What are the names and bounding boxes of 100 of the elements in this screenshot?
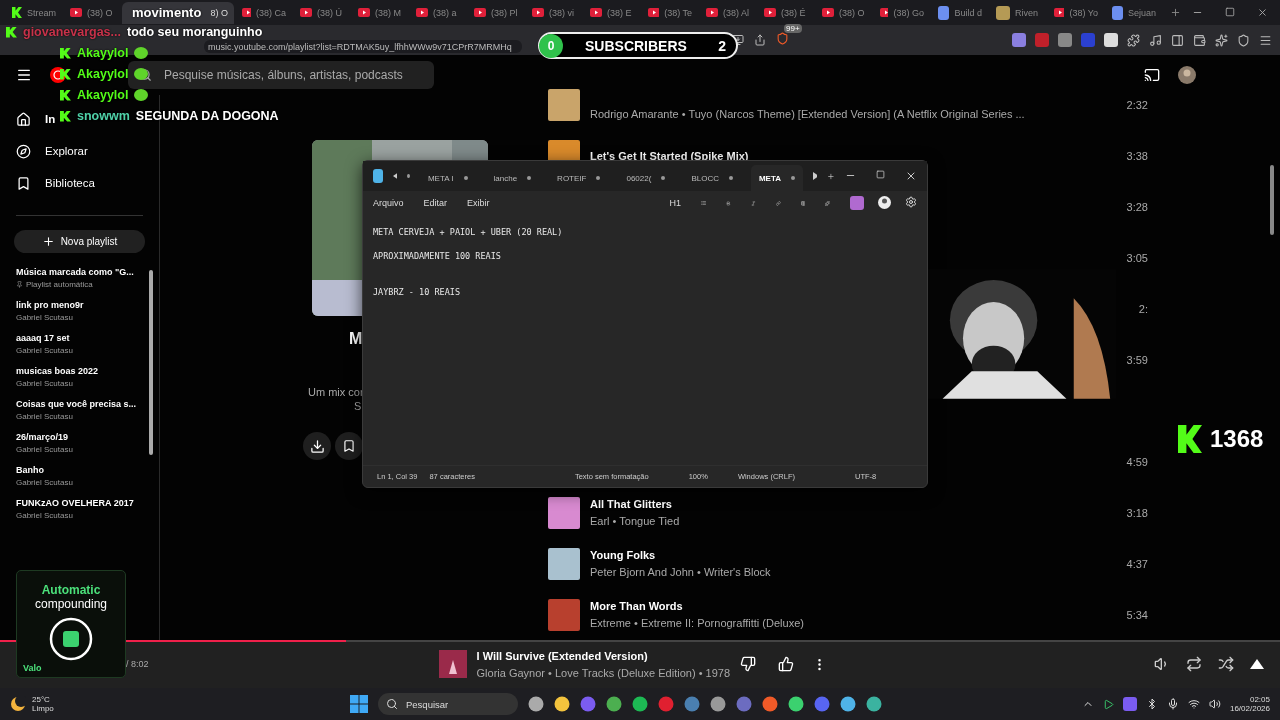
- download-icon: [309, 438, 325, 454]
- close-icon[interactable]: [1257, 7, 1268, 18]
- browser-tab[interactable]: (38) Te: [642, 1, 698, 24]
- subscriber-label: SUBSCRIBERS: [585, 37, 687, 54]
- track-title[interactable]: All That Glitters: [590, 498, 1098, 510]
- browser-tab[interactable]: (38) Ú: [294, 1, 350, 24]
- browser-tab[interactable]: (38) Go: [874, 1, 930, 24]
- ad-headline: Automatic: [41, 583, 101, 597]
- notepad-tab[interactable]: lanche: [485, 165, 540, 191]
- maximize-icon[interactable]: [1225, 7, 1235, 17]
- notepad-tab[interactable]: 06022(: [618, 165, 674, 191]
- now-playing-title[interactable]: I Will Survive (Extended Version): [476, 649, 730, 662]
- notepad-tab[interactable]: META I: [419, 165, 476, 191]
- new-tab-icon[interactable]: [1170, 7, 1181, 18]
- scroll-left-icon[interactable]: [392, 172, 398, 180]
- track-subtitle: Earl • Tongue Tied: [590, 515, 681, 527]
- new-playlist-button[interactable]: Nova playlist: [14, 230, 145, 253]
- coins-icon: [49, 617, 93, 661]
- app-icon: [938, 5, 950, 20]
- browser-tab[interactable]: (38) vi: [526, 1, 582, 24]
- notepad-tab[interactable]: META: [750, 165, 803, 191]
- cast-icon[interactable]: [1144, 67, 1160, 83]
- nav-item[interactable]: Explorar: [0, 135, 88, 167]
- browser-tab[interactable]: (38) M: [352, 1, 408, 24]
- playlist-title[interactable]: 26/março/19: [16, 432, 143, 442]
- playlist-title[interactable]: Banho: [16, 465, 143, 475]
- playlist-title[interactable]: FUNKzAO OVELHERA 2017: [16, 498, 143, 508]
- settings-icon[interactable]: [905, 196, 917, 208]
- taskbar-search[interactable]: Pesquisar: [378, 693, 518, 715]
- menu-item[interactable]: Exibir: [467, 198, 490, 208]
- maximize-icon[interactable]: [876, 170, 885, 179]
- app-icon[interactable]: [1122, 697, 1137, 711]
- mic-icon[interactable]: [1166, 698, 1179, 710]
- download-button[interactable]: [303, 432, 331, 460]
- wallet-icon[interactable]: [1193, 33, 1206, 47]
- track-title[interactable]: More Than Words: [590, 600, 1098, 612]
- wifi-icon[interactable]: [1187, 698, 1200, 710]
- scroll-right-icon[interactable]: [813, 172, 818, 180]
- browser-tab[interactable]: (38) Pl: [468, 1, 524, 24]
- play-icon[interactable]: [1102, 698, 1114, 710]
- browser-tab[interactable]: Stream: [6, 1, 62, 24]
- avatar-icon[interactable]: [1178, 66, 1196, 84]
- music-note-icon[interactable]: [1149, 33, 1162, 47]
- moon-icon[interactable]: [10, 696, 26, 712]
- like-icon[interactable]: [778, 656, 794, 672]
- playlist-title[interactable]: Música marcada como "G...: [16, 267, 143, 277]
- shield-icon[interactable]: [776, 32, 789, 45]
- browser-tab[interactable]: (38) É: [758, 1, 814, 24]
- speaker-icon[interactable]: [1208, 698, 1221, 710]
- scrollbar[interactable]: [149, 270, 153, 455]
- clock-date: 16/02/2026: [1229, 704, 1270, 713]
- track-subtitle: Rodrigo Amarante • Tuyo (Narcos Theme) [Extended Version] (A Netflix Original Series ...: [590, 107, 1026, 120]
- address-bar[interactable]: music.youtube.com/playlist?list=RDTMAK5uy_lfhhWWw9v71CPrR7MRMHq: [204, 40, 522, 53]
- account-icon[interactable]: [878, 196, 891, 209]
- browser-tab[interactable]: (38) O: [816, 1, 872, 24]
- shuffle-icon[interactable]: [1218, 656, 1234, 672]
- browser-tab[interactable]: (38) a: [410, 1, 466, 24]
- dislike-icon[interactable]: [740, 656, 756, 672]
- track-title[interactable]: Young Folks: [590, 549, 1098, 561]
- start-icon[interactable]: [350, 695, 368, 713]
- sparkle-icon[interactable]: [1215, 33, 1228, 47]
- menu-icon[interactable]: [16, 67, 32, 83]
- browser-tab[interactable]: (38) E: [584, 1, 640, 24]
- browser-tab[interactable]: (38) Yo: [1048, 1, 1104, 24]
- playlist-title[interactable]: Coisas que você precisa s...: [16, 399, 143, 409]
- heading-dropdown[interactable]: H1: [669, 198, 682, 208]
- playlist-title[interactable]: link pro meno9r: [16, 300, 143, 310]
- nav-item[interactable]: In: [0, 103, 56, 135]
- playlist-subtitle: Gabriel Scutasu: [16, 412, 74, 421]
- helmet-icon: [996, 5, 1010, 20]
- shield-icon[interactable]: [1237, 33, 1250, 47]
- scrollbar[interactable]: [1270, 165, 1274, 235]
- menu-item[interactable]: Editar: [423, 198, 448, 208]
- menu-item[interactable]: Arquivo: [373, 198, 404, 208]
- playlist-title[interactable]: aaaaq 17 set: [16, 333, 143, 343]
- youtube-icon: [532, 8, 544, 17]
- text-area[interactable]: META CERVEJA + PAIOL + UBER (20 REAL) APROXIMADAMENTE 100 REAIS JAYBRZ - 10 REAIS: [363, 215, 927, 465]
- expand-icon[interactable]: [1250, 659, 1264, 669]
- youtube-icon: [474, 8, 486, 17]
- playlist-title[interactable]: musicas boas 2022: [16, 366, 143, 376]
- nav-item[interactable]: Biblioteca: [0, 167, 95, 199]
- ad-subline: compounding: [34, 597, 108, 611]
- save-button[interactable]: [335, 432, 363, 460]
- share-icon[interactable]: [754, 34, 766, 46]
- browser-tab[interactable]: (38) Al: [700, 1, 756, 24]
- browser-tab[interactable]: (38) O: [64, 1, 120, 24]
- sidebar-icon[interactable]: [1171, 33, 1184, 47]
- puzzle-icon[interactable]: [1127, 33, 1140, 47]
- browser-tab[interactable]: (38) Ca: [236, 1, 292, 24]
- repeat-icon[interactable]: [1186, 656, 1202, 672]
- menu-icon[interactable]: [1259, 33, 1272, 47]
- playlist-subtitle: Gabriel Scutasu: [16, 346, 74, 355]
- browser-tab[interactable]: Riven: [990, 1, 1046, 24]
- browser-tab[interactable]: Sejuan: [1106, 1, 1162, 24]
- notepad-tab[interactable]: ROTEIF: [549, 165, 609, 191]
- close-icon[interactable]: [905, 170, 917, 182]
- playlist-subtitle: Gabriel Scutasu: [16, 379, 74, 388]
- browser-tab[interactable]: Build d: [932, 1, 988, 24]
- search-field[interactable]: Pesquise músicas, álbuns, artistas, podcasts: [128, 61, 434, 89]
- notepad-tab[interactable]: BLOCC: [683, 165, 741, 191]
